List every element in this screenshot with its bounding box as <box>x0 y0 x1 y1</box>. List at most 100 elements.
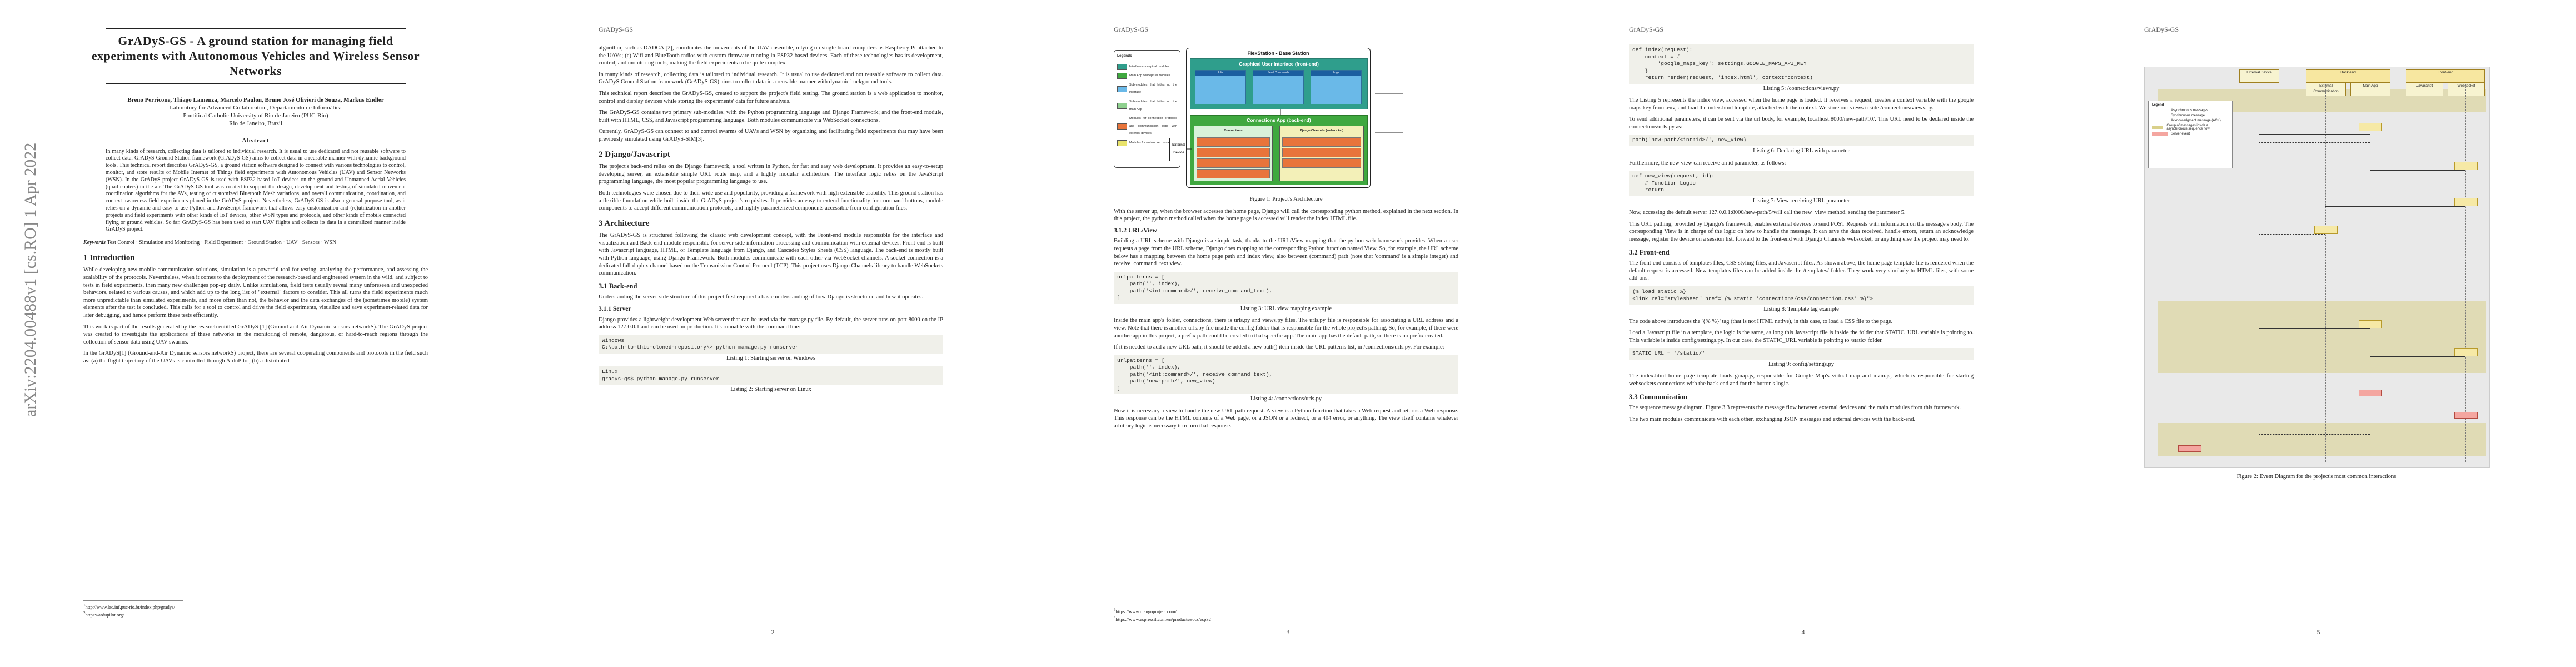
listing-8-caption: Listing 8: Template tag example <box>1763 306 1839 312</box>
keywords: Keywords Test Control · Simulation and M… <box>83 239 428 247</box>
footnote-4: 4https://www.espressif.com/en/products/s… <box>1114 615 1211 622</box>
listing-3-caption: Listing 3: URL view mapping example <box>1240 305 1332 312</box>
listing-4-caption: Listing 4: /connections/urls.py <box>1250 396 1322 402</box>
paragraph: The Listing 5 represents the index view,… <box>1629 97 1974 111</box>
event-box <box>2359 123 2382 131</box>
lane-front-end: Front-end <box>2406 69 2485 83</box>
paragraph: In many kinds of research, collecting da… <box>599 71 943 86</box>
affiliation-1: Laboratory for Advanced Collaboration, D… <box>170 104 342 111</box>
lifeline <box>2325 84 2326 462</box>
title-rule-top <box>106 28 406 29</box>
message-group-band <box>2158 423 2486 456</box>
message-group-band <box>2158 301 2486 373</box>
paper-title: GrADyS-GS - A ground station for managin… <box>91 34 420 78</box>
paragraph: Load a Javascript file in a template, th… <box>1629 330 1974 344</box>
affiliation-3: Rio de Janeiro, Brazil <box>229 120 282 127</box>
listing-7-caption: Listing 7: View receiving URL parameter <box>1752 197 1850 204</box>
sublane-websocket: Websocket <box>2448 83 2485 96</box>
keywords-label: Keywords <box>83 240 106 246</box>
event-box <box>2359 320 2382 328</box>
server-event <box>2359 390 2382 396</box>
section-3-1-1-heading: 3.1.1 Server <box>599 306 631 313</box>
legend-item: Group of messages inside a asynchronous … <box>2152 124 2229 131</box>
sublane-javascript: Javascript <box>2406 83 2443 96</box>
page-1-column: GrADyS-GS - A ground station for managin… <box>83 23 428 369</box>
event-box <box>2454 198 2478 206</box>
section-3-3-heading: 3.3 Communication <box>1629 392 1687 401</box>
affiliation-2: Pontifical Catholic University of Rio de… <box>183 112 328 119</box>
page-3-column: Legends Interface conceptual modules Mai… <box>1114 43 1458 434</box>
message-arrow <box>2370 170 2465 171</box>
abstract-text: In many kinds of research, collecting da… <box>106 148 406 233</box>
abstract-heading: Abstract <box>242 137 270 144</box>
paragraph: Now, accessing the default server 127.0.… <box>1629 210 1906 216</box>
legend-item: Asynchronous messages <box>2152 109 2229 112</box>
page-number: 5 <box>2316 628 2320 636</box>
page-2: GrADyS-GS algorithm, such as DADCA [2], … <box>515 0 1030 667</box>
running-header: GrADyS-GS <box>599 26 634 33</box>
lane-back-end: Back-end <box>2306 69 2390 83</box>
paragraph: The code above introduces the '{% %}' ta… <box>1629 318 1893 325</box>
paragraph: Building a URL scheme with Django is a s… <box>1114 238 1458 267</box>
code-listing-5: def index(request): context = { 'google_… <box>1629 44 1974 84</box>
intro-paragraph: In the GrADyS[1] (Ground-and-Air Dynamic… <box>83 350 428 364</box>
arxiv-id: arXiv:2204.00488v1 [cs.RO] 1 Apr 2022 <box>21 142 39 417</box>
code-listing-8: {% load static %} <link rel="stylesheet"… <box>1629 286 1974 305</box>
paragraph: If it is needed to add a new URL path, i… <box>1114 344 1444 351</box>
keywords-text: Test Control · Simulation and Monitoring… <box>107 240 337 246</box>
paragraph: Furthermore, the new view can receive an… <box>1629 160 1786 166</box>
paragraph: The project's back-end relies on the Dja… <box>599 163 943 185</box>
paragraph: The front-end consists of templates file… <box>1629 260 1974 282</box>
running-header: GrADyS-GS <box>1629 26 1664 33</box>
message-arrow <box>2259 434 2370 435</box>
code-listing-3: urlpatterns = [ path('', index), path('<… <box>1114 271 1458 304</box>
intro-paragraph: This work is part of the results generat… <box>83 323 428 345</box>
section-2-heading: 2 Django/Javascript <box>599 150 670 159</box>
event-box <box>2314 226 2338 234</box>
paragraph: The GrADyS-GS is structured following th… <box>599 232 943 277</box>
message-arrow <box>2259 134 2370 135</box>
paragraph: To send additional parameters, it can be… <box>1629 116 1974 130</box>
page-number: 3 <box>1286 628 1290 636</box>
code-listing-6: path('new-path/<int:id>/', new_view) <box>1629 135 1974 146</box>
footnote-1: 1http://www.lac.inf.puc-rio.br/index.php… <box>83 603 175 610</box>
sublane-main-app: Main App <box>2350 83 2390 96</box>
intro-paragraph: While developing new mobile communicatio… <box>83 267 428 318</box>
listing-2-caption: Listing 2: Starting server on Linux <box>730 386 811 393</box>
running-header: GrADyS-GS <box>2144 26 2179 33</box>
section-3-2-heading: 3.2 Front-end <box>1629 248 1670 256</box>
paragraph: Now it is necessary a view to handle the… <box>1114 407 1458 429</box>
title-rule-bottom <box>106 83 406 84</box>
listing-6-caption: Listing 6: Declaring URL with parameter <box>1753 147 1850 154</box>
paragraph: Both technologies were chosen due to the… <box>599 190 943 212</box>
paragraph: Understanding the server-side structure … <box>599 294 923 301</box>
lifeline <box>2465 84 2466 462</box>
listing-9-caption: Listing 9: config/settings.py <box>1768 361 1835 367</box>
paragraph: Django provides a lightweight developmen… <box>599 316 943 331</box>
code-listing-4: urlpatterns = [ path('', index), path('<… <box>1114 355 1458 395</box>
page-number: 2 <box>771 628 775 636</box>
section-3-1-heading: 3.1 Back-end <box>599 282 637 290</box>
architecture-arrows <box>1187 93 1403 150</box>
paragraph: The GrADyS-GS contains two primary sub-m… <box>599 109 943 123</box>
page-3: GrADyS-GS Legends Interface conceptual m… <box>1030 0 1546 667</box>
paragraph: With the server up, when the browser acc… <box>1114 208 1458 222</box>
footnote-3: 3https://www.djangoproject.com/ <box>1114 608 1177 614</box>
paragraph: Currently, GrADyS-GS can connect to and … <box>599 128 943 142</box>
page-4-column: def index(request): context = { 'google_… <box>1629 42 1974 427</box>
diagram-legend: Legend Asynchronous messages Synchronous… <box>2148 101 2233 168</box>
architecture-figure: Legends Interface conceptual modules Mai… <box>1114 43 1458 193</box>
legend-item: Synchronous message <box>2152 114 2229 117</box>
event-diagram-figure: External Device Back-end Front-end Exter… <box>2144 67 2490 468</box>
page-5: GrADyS-GS External Device Back-end Front… <box>2061 0 2576 667</box>
legend-item: Acknowledgment message (ACK) <box>2152 119 2229 122</box>
message-arrow <box>2259 142 2370 143</box>
legend-title: Legend <box>2152 103 2164 107</box>
event-box <box>2454 162 2478 170</box>
server-event <box>2178 445 2201 452</box>
message-arrow <box>2259 328 2370 329</box>
code-listing-2: Linux gradys-gs$ python manage.py runser… <box>599 366 943 385</box>
paragraph: algorithm, such as DADCA [2], coordinate… <box>599 45 943 67</box>
code-listing-9: STATIC_URL = '/static/' <box>1629 348 1974 360</box>
message-arrow <box>2370 356 2465 357</box>
